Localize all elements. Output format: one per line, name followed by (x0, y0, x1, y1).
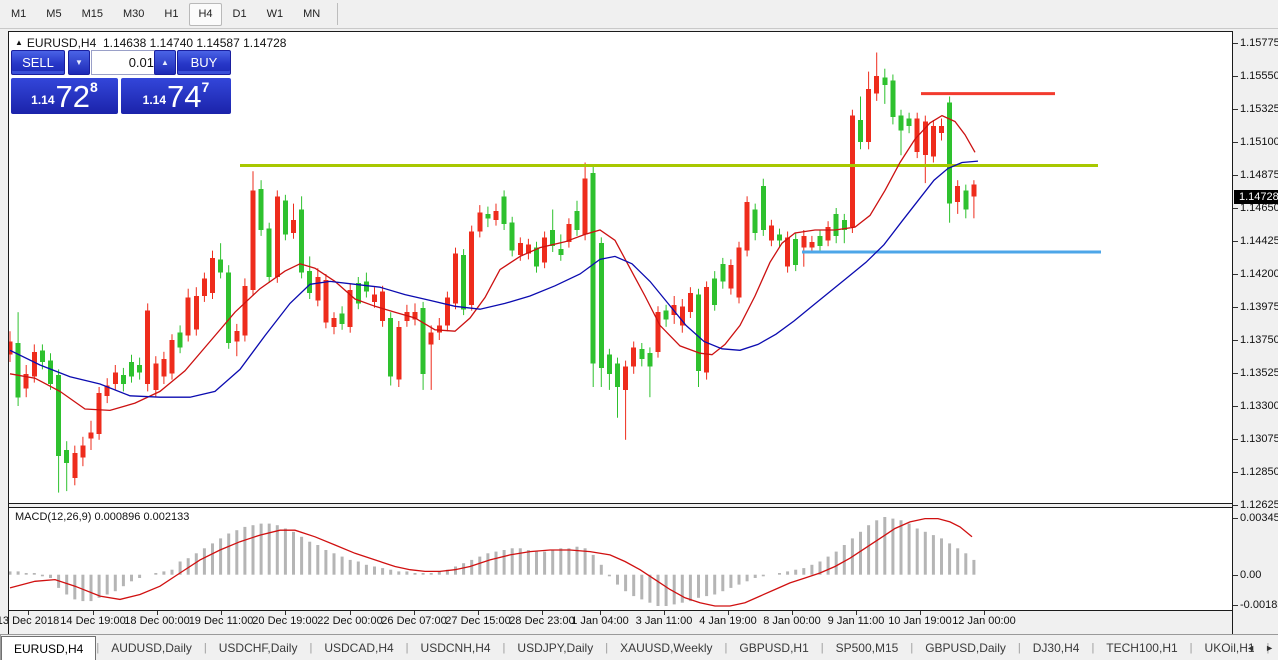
time-label: 9 Jan 11:00 (828, 615, 885, 627)
price-label: 1.12850 (1240, 466, 1278, 478)
price-label: 1.13075 (1240, 433, 1278, 445)
candlestick-chart (9, 32, 1232, 503)
macd-axis-label: 0.003452 (1240, 512, 1278, 524)
price-label: 1.15550 (1240, 70, 1278, 82)
chart-tabs-bar: EURUSD,H4|AUDUSD,Daily|USDCHF,Daily|USDC… (0, 634, 1278, 660)
timeframe-button-h4[interactable]: H4 (189, 3, 221, 26)
candles-layer (9, 53, 976, 493)
macd-axis-tick (1233, 575, 1238, 576)
price-label: 1.14425 (1240, 235, 1278, 247)
price-label: 1.13300 (1240, 400, 1278, 412)
price-tick (1233, 406, 1238, 407)
price-tick (1233, 274, 1238, 275)
tab-gbpusd-h1[interactable]: GBPUSD,H1 (727, 635, 820, 660)
tabs-container: EURUSD,H4|AUDUSD,Daily|USDCHF,Daily|USDC… (1, 635, 1278, 660)
price-label: 1.14875 (1240, 169, 1278, 181)
time-label: 4 Jan 19:00 (699, 615, 757, 627)
macd-axis-tick (1233, 518, 1238, 519)
macd-signal-value: 0.002133 (143, 511, 189, 523)
chart-window: ▲EURUSD,H4 1.14638 1.14740 1.14587 1.147… (8, 31, 1233, 634)
price-label: 1.12625 (1240, 499, 1278, 511)
price-tick (1233, 241, 1238, 242)
timeframe-button-h1[interactable]: H1 (155, 3, 187, 26)
time-label: 20 Dec 19:00 (252, 615, 317, 627)
price-tick (1233, 439, 1238, 440)
price-label: 1.14200 (1240, 268, 1278, 280)
tab-usdcnh-h4[interactable]: USDCNH,H4 (409, 635, 503, 660)
macd-axis-tick (1233, 605, 1238, 606)
tab-tech100-h1[interactable]: TECH100,H1 (1094, 635, 1189, 660)
current-price-tag: 1.14728 (1234, 190, 1278, 204)
price-tick (1233, 76, 1238, 77)
time-label: 8 Jan 00:00 (763, 615, 821, 627)
price-tick (1233, 307, 1238, 308)
time-label: 27 Dec 15:00 (445, 615, 510, 627)
tab-gbpusd-daily[interactable]: GBPUSD,Daily (913, 635, 1018, 660)
price-label: 1.15325 (1240, 103, 1278, 115)
tab-usdchf-daily[interactable]: USDCHF,Daily (207, 635, 310, 660)
timeframe-button-mn[interactable]: MN (294, 3, 329, 26)
macd-name: MACD(12,26,9) (15, 511, 91, 523)
tab-xauusd-weekly[interactable]: XAUUSD,Weekly (608, 635, 724, 660)
time-label: 13 Dec 2018 (0, 615, 59, 627)
macd-main-value: 0.000896 (94, 511, 140, 523)
macd-axis-label: 0.00 (1240, 569, 1261, 581)
time-label: 12 Jan 00:00 (952, 615, 1016, 627)
tab-dj30-h4[interactable]: DJ30,H4 (1021, 635, 1092, 660)
price-tick (1233, 43, 1238, 44)
time-label: 18 Dec 00:00 (124, 615, 189, 627)
time-label: 14 Dec 19:00 (60, 615, 125, 627)
price-tick (1233, 340, 1238, 341)
price-tick (1233, 175, 1238, 176)
timeframe-button-m30[interactable]: M30 (114, 3, 153, 26)
price-chart-pane[interactable]: ▲EURUSD,H4 1.14638 1.14740 1.14587 1.147… (9, 32, 1232, 503)
scroll-right-icon[interactable]: ► (1265, 643, 1274, 653)
price-axis[interactable]: 1.157751.155501.153251.151001.148751.146… (1233, 31, 1278, 633)
price-label: 1.13750 (1240, 334, 1278, 346)
horizontal-lines-layer (240, 94, 1101, 252)
price-tick (1233, 373, 1238, 374)
price-label: 1.13975 (1240, 301, 1278, 313)
timeframe-button-d1[interactable]: D1 (224, 3, 256, 26)
time-label: 26 Dec 07:00 (381, 615, 446, 627)
price-tick (1233, 208, 1238, 209)
scroll-left-icon[interactable]: ◄ (1246, 643, 1255, 653)
price-label: 1.15100 (1240, 136, 1278, 148)
price-tick (1233, 109, 1238, 110)
time-label: 19 Dec 11:00 (189, 615, 254, 627)
time-label: 10 Jan 19:00 (888, 615, 952, 627)
toolbar-separator (337, 3, 338, 25)
timeframe-button-m1[interactable]: M1 (2, 3, 35, 26)
macd-axis-label: -0.001851 (1240, 599, 1278, 611)
timeframe-toolbar: M1M5M15M30H1H4D1W1MN (0, 0, 1278, 29)
timeframe-button-w1[interactable]: W1 (258, 3, 293, 26)
timeframe-button-m15[interactable]: M15 (73, 3, 112, 26)
macd-indicator-pane[interactable]: MACD(12,26,9) 0.000896 0.002133 (9, 508, 1232, 610)
price-tick (1233, 505, 1238, 506)
timeframe-button-m5[interactable]: M5 (37, 3, 70, 26)
tab-scroll-arrows: ◄ ► (1246, 635, 1274, 660)
macd-chart (9, 508, 1232, 610)
time-label: 28 Dec 23:00 (509, 615, 574, 627)
time-label: 3 Jan 11:00 (636, 615, 693, 627)
time-axis[interactable]: 13 Dec 201814 Dec 19:0018 Dec 00:0019 De… (9, 610, 1232, 634)
tab-usdcad-h4[interactable]: USDCAD,H4 (312, 635, 405, 660)
tab-audusd-daily[interactable]: AUDUSD,Daily (99, 635, 204, 660)
mt4-terminal: { "toolbar": { "timeframes": ["M1","M5",… (0, 0, 1278, 659)
time-label: 1 Jan 04:00 (571, 615, 629, 627)
tab-sp500-m15[interactable]: SP500,M15 (824, 635, 911, 660)
price-tick (1233, 472, 1238, 473)
time-label: 22 Dec 00:00 (317, 615, 382, 627)
tab-usdjpy-daily[interactable]: USDJPY,Daily (505, 635, 605, 660)
price-label: 1.15775 (1240, 37, 1278, 49)
macd-indicator-label: MACD(12,26,9) 0.000896 0.002133 (15, 511, 189, 523)
tab-eurusd-h4[interactable]: EURUSD,H4 (1, 636, 96, 660)
price-label: 1.13525 (1240, 367, 1278, 379)
price-tick (1233, 142, 1238, 143)
